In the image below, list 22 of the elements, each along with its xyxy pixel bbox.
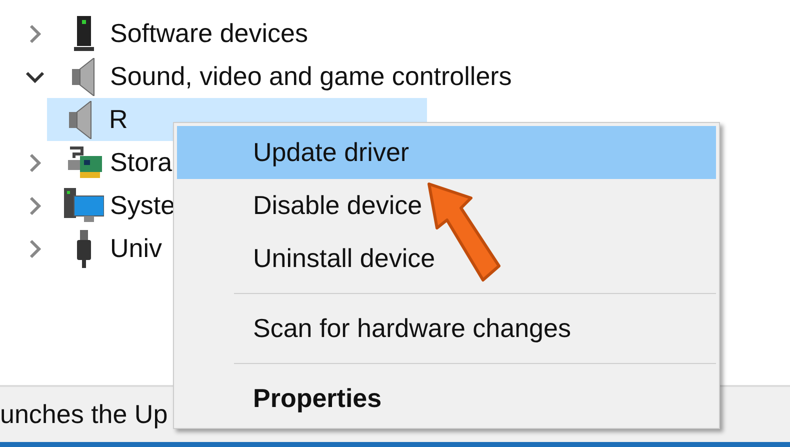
tree-item[interactable]: Software devices bbox=[110, 18, 308, 49]
menu-item[interactable]: Update driver bbox=[177, 126, 716, 179]
menu-item[interactable]: Scan for hardware changes bbox=[174, 302, 719, 355]
status-text: unches the Up bbox=[0, 399, 168, 430]
speaker-icon bbox=[69, 100, 93, 138]
tree-item[interactable]: Sound, video and game controllers bbox=[110, 61, 512, 92]
device-tower-icon bbox=[74, 16, 94, 52]
tree-item[interactable]: Univ bbox=[110, 233, 162, 264]
tree-item[interactable]: Stora bbox=[110, 147, 172, 178]
chevron-right-icon[interactable] bbox=[29, 196, 41, 216]
tree-item[interactable]: Syste bbox=[110, 190, 176, 221]
menu-item[interactable]: Disable device bbox=[174, 179, 719, 232]
computer-icon bbox=[64, 188, 104, 224]
menu-item[interactable]: Properties bbox=[174, 372, 719, 425]
speaker-icon bbox=[72, 58, 96, 96]
chevron-right-icon[interactable] bbox=[29, 152, 41, 172]
chevron-right-icon[interactable] bbox=[29, 238, 41, 258]
storage-card-icon bbox=[66, 146, 102, 180]
chevron-right-icon[interactable] bbox=[29, 24, 41, 44]
menu-item[interactable]: Uninstall device bbox=[174, 232, 719, 285]
usb-plug-icon bbox=[76, 230, 92, 268]
chevron-down-icon[interactable] bbox=[25, 70, 45, 82]
